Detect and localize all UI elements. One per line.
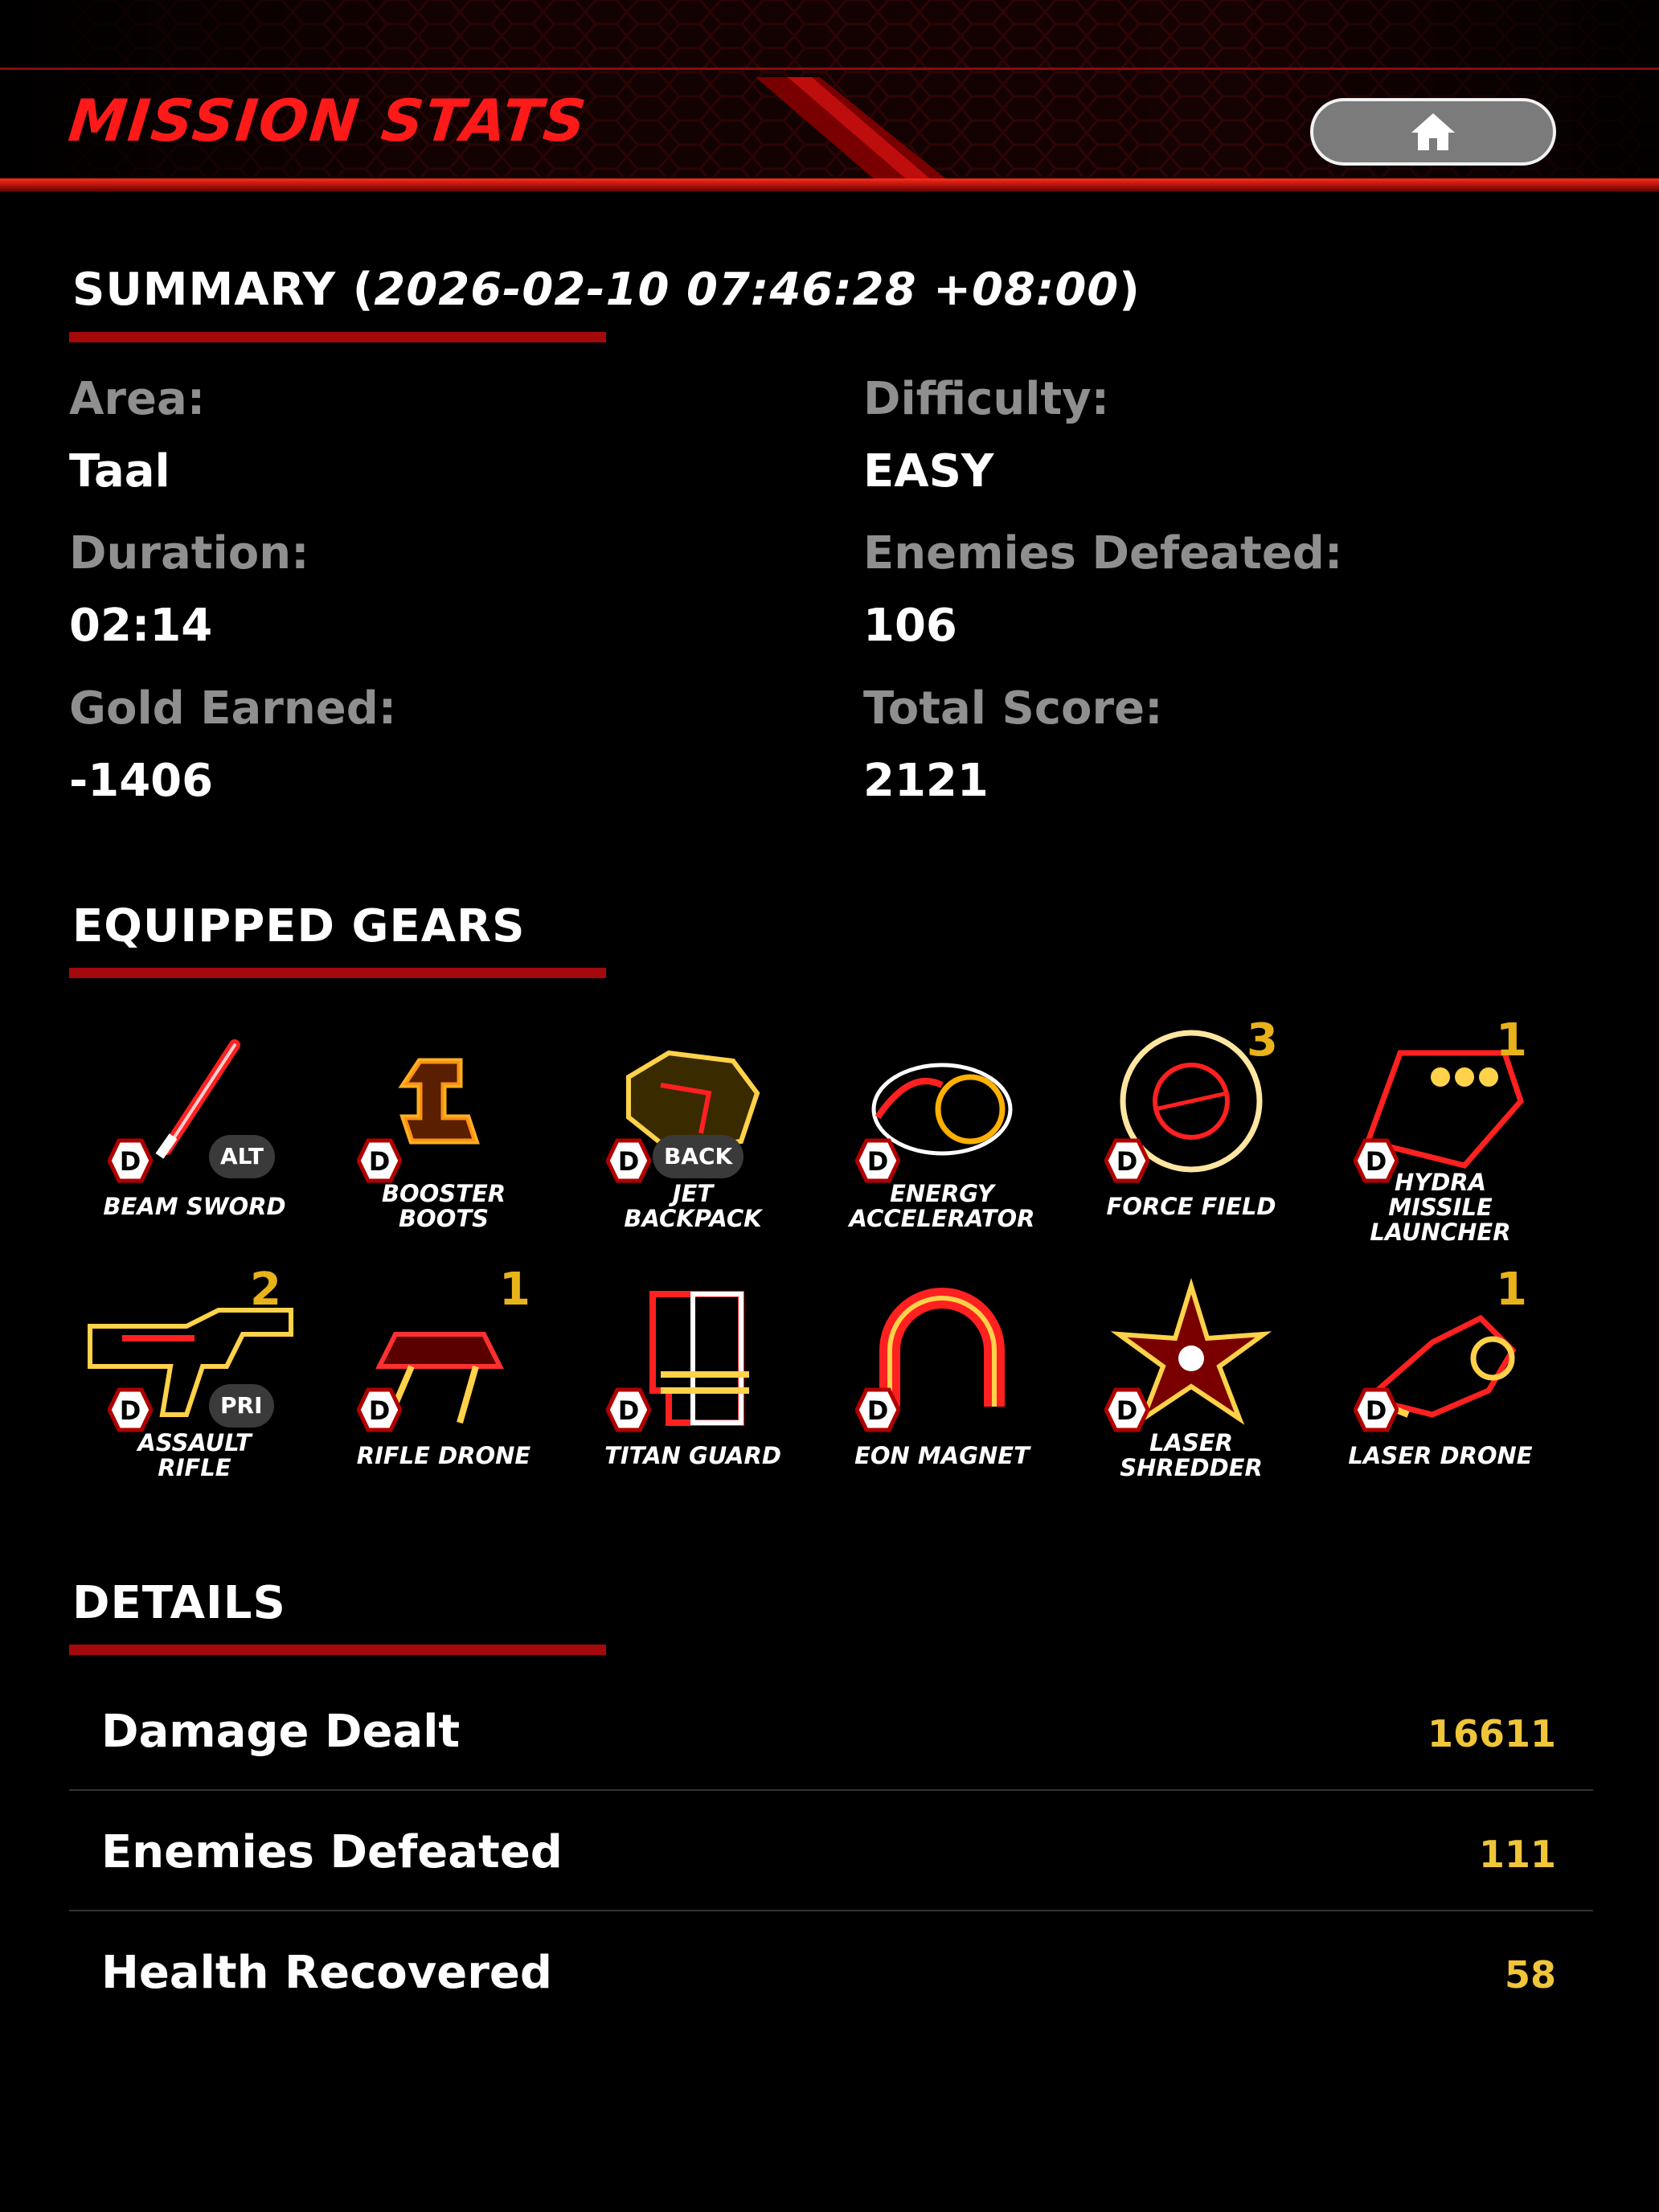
detail-row-enemies-defeated: Enemies Defeated 111 (69, 1791, 1593, 1911)
tier-badge-icon: D (606, 1387, 651, 1432)
difficulty-value: EASY (863, 445, 994, 498)
detail-label: Health Recovered (101, 1947, 552, 1999)
home-icon (1411, 113, 1455, 150)
gear-card[interactable]: D BOOSTER BOOTS (323, 1021, 564, 1262)
tier-badge-icon: D (1104, 1387, 1149, 1432)
gear-card[interactable]: D BACK JET BACKPACK (572, 1021, 813, 1262)
detail-value: 58 (1504, 1953, 1556, 1997)
gear-card[interactable]: D 1 LASER DRONE (1320, 1264, 1561, 1511)
total-score-label: Total Score: (863, 682, 1163, 735)
page-title: MISSION STATS (65, 87, 591, 154)
gear-card[interactable]: D LASER SHREDDER (1071, 1270, 1312, 1511)
gear-name: ASSAULT RIFLE (137, 1429, 252, 1481)
gear-slot-tag: BACK (653, 1135, 744, 1178)
tier-badge-icon: D (108, 1387, 153, 1432)
home-button[interactable] (1310, 98, 1556, 166)
gear-name: LASER SHREDDER (1120, 1429, 1263, 1481)
tier-badge-icon: D (1354, 1387, 1399, 1432)
gear-slot-tag: PRI (209, 1384, 274, 1428)
tier-badge-icon: D (357, 1138, 402, 1183)
gear-card[interactable]: D EON MAGNET (821, 1270, 1063, 1511)
svg-text:D: D (867, 1146, 889, 1177)
gear-name: EON MAGNET (854, 1442, 1030, 1469)
area-value: Taal (69, 445, 170, 498)
details-heading: DETAILS (72, 1577, 286, 1629)
detail-row-damage-dealt: Damage Dealt 16611 (69, 1670, 1593, 1791)
gear-card[interactable]: D 1 RIFLE DRONE (323, 1264, 564, 1511)
gold-earned-value: -1406 (69, 755, 214, 807)
gear-name: LASER DRONE (1348, 1442, 1533, 1469)
gear-name: BOOSTER BOOTS (381, 1180, 506, 1232)
gear-card[interactable]: D ALT BEAM SWORD (74, 1021, 315, 1262)
svg-text:D: D (120, 1395, 141, 1426)
svg-text:D: D (867, 1395, 889, 1426)
difficulty-label: Difficulty: (863, 373, 1110, 425)
tier-badge-icon: D (606, 1138, 651, 1183)
summary-timestamp: 2026-02-10 07:46:28 +08:00 (374, 264, 1120, 316)
svg-text:D: D (1366, 1395, 1387, 1426)
gear-card[interactable]: D 1 HYDRA MISSILE LAUNCHER (1320, 1014, 1561, 1262)
gear-card[interactable]: D PRI 2 ASSAULT RIFLE (74, 1264, 315, 1511)
header-bar: MISSION STATS (0, 0, 1659, 197)
equipped-gears-heading: EQUIPPED GEARS (72, 900, 526, 952)
tier-badge-icon: D (855, 1387, 900, 1432)
svg-text:D: D (369, 1395, 391, 1426)
gear-card[interactable]: D 3 FORCE FIELD (1071, 1014, 1312, 1262)
gear-count: 1 (499, 1264, 530, 1316)
gear-card[interactable]: D ENERGY ACCELERATOR (821, 1021, 1063, 1262)
summary-heading-close: ) (1119, 264, 1141, 316)
gear-name: JET BACKPACK (624, 1180, 762, 1232)
svg-text:D: D (618, 1146, 640, 1177)
svg-text:D: D (618, 1395, 640, 1426)
gear-name: ENERGY ACCELERATOR (849, 1180, 1035, 1232)
gear-name: RIFLE DRONE (356, 1442, 531, 1469)
gear-count: 3 (1247, 1014, 1278, 1067)
summary-heading-label: SUMMARY ( (72, 264, 375, 316)
total-score-value: 2121 (863, 755, 989, 807)
tier-badge-icon: D (108, 1138, 153, 1183)
detail-value: 16611 (1427, 1712, 1556, 1755)
tier-badge-icon: D (357, 1387, 402, 1432)
svg-text:D: D (1116, 1395, 1138, 1426)
detail-label: Enemies Defeated (101, 1826, 563, 1878)
equipped-gears-underline (69, 968, 606, 978)
area-label: Area: (69, 373, 206, 425)
gear-name: BEAM SWORD (103, 1193, 286, 1220)
detail-label: Damage Dealt (101, 1706, 461, 1758)
gear-count: 1 (1496, 1014, 1527, 1067)
gear-count: 1 (1496, 1264, 1527, 1316)
duration-label: Duration: (69, 527, 309, 580)
tier-badge-icon: D (855, 1138, 900, 1183)
gear-count: 2 (250, 1264, 281, 1316)
svg-text:D: D (120, 1146, 141, 1177)
gold-earned-label: Gold Earned: (69, 682, 397, 735)
detail-row-health-recovered: Health Recovered 58 (69, 1911, 1593, 2032)
enemies-defeated-value: 106 (863, 600, 957, 652)
tier-badge-icon: D (1104, 1138, 1149, 1183)
svg-text:D: D (1116, 1146, 1138, 1177)
gear-name: FORCE FIELD (1106, 1193, 1276, 1220)
summary-heading: SUMMARY (2026-02-10 07:46:28 +08:00) (72, 264, 1141, 316)
gear-slot-tag: ALT (209, 1135, 275, 1178)
gear-card[interactable]: D TITAN GUARD (572, 1270, 813, 1511)
svg-text:D: D (369, 1146, 391, 1177)
gear-name: HYDRA MISSILE LAUNCHER (1370, 1169, 1511, 1246)
duration-value: 02:14 (69, 600, 213, 652)
summary-underline (69, 332, 606, 342)
gear-name: TITAN GUARD (604, 1442, 781, 1469)
details-underline (69, 1645, 606, 1655)
detail-value: 111 (1478, 1833, 1556, 1876)
enemies-defeated-label: Enemies Defeated: (863, 527, 1343, 580)
